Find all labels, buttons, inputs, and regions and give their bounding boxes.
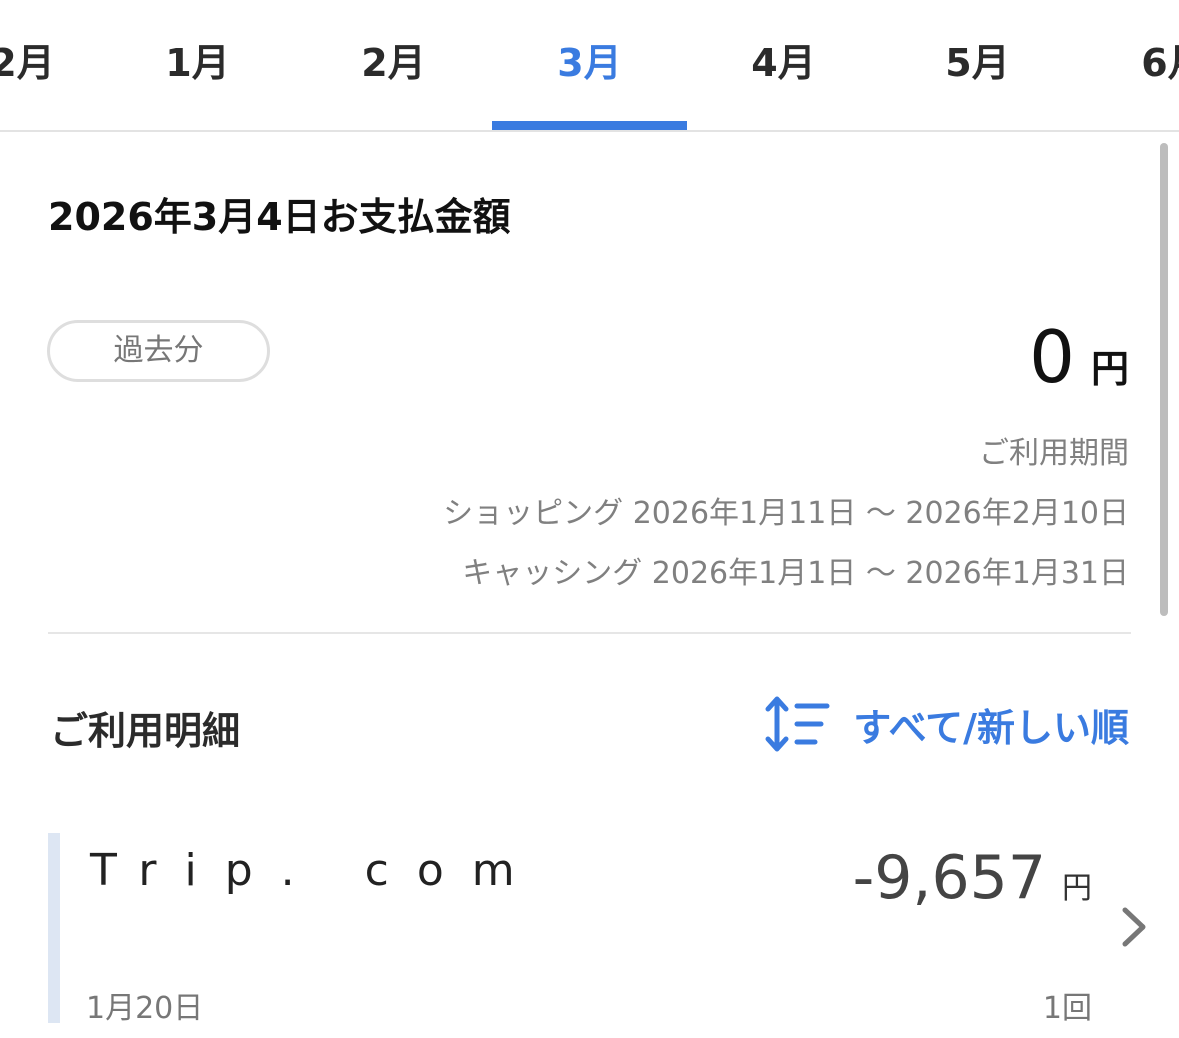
tab-month-march[interactable]: 3月	[492, 38, 687, 88]
transaction-merchant: Trip. com	[90, 845, 543, 896]
usage-period-label: ご利用期間	[979, 436, 1129, 471]
scrollbar[interactable]	[1160, 143, 1168, 616]
sort-button[interactable]: すべて/新しい順	[765, 694, 1129, 754]
tab-month-february[interactable]: 2月	[296, 38, 491, 88]
payment-amount-unit: 円	[1090, 347, 1129, 391]
month-tab-bar: 2月 1月 2月 3月 4月 5月 6月	[0, 0, 1179, 132]
sort-icon	[765, 696, 830, 752]
past-badge: 過去分	[47, 320, 270, 382]
transaction-date: 1月20日	[86, 991, 204, 1026]
sort-label: すべて/新しい順	[853, 705, 1129, 750]
transaction-row[interactable]: Trip. com -9,657 円 1月20日 1回	[48, 833, 1148, 1026]
transaction-amount: -9,657 円	[853, 843, 1092, 913]
tab-month-june[interactable]: 6月	[1076, 38, 1179, 88]
payment-amount-value: 0	[1029, 315, 1075, 399]
payment-amount: 0 円	[1029, 315, 1129, 399]
transaction-amount-unit: 円	[1062, 871, 1092, 906]
section-divider	[48, 632, 1131, 634]
payment-date-title: 2026年3月4日お支払金額	[48, 195, 511, 239]
transaction-installment-count: 1回	[1042, 991, 1092, 1026]
tab-month-january[interactable]: 1月	[100, 38, 295, 88]
active-tab-indicator	[492, 121, 687, 130]
tab-month-april[interactable]: 4月	[686, 38, 881, 88]
tab-month-may[interactable]: 5月	[880, 38, 1075, 88]
transaction-amount-value: -9,657	[852, 843, 1046, 913]
usage-details-title: ご利用明細	[50, 709, 241, 753]
transaction-accent-bar	[48, 833, 60, 1023]
shopping-period: ショッピング 2026年1月11日 ～ 2026年2月10日	[443, 496, 1129, 531]
cashing-period: キャッシング 2026年1月1日 ～ 2026年1月31日	[462, 556, 1129, 591]
chevron-right-icon[interactable]	[1118, 905, 1148, 949]
